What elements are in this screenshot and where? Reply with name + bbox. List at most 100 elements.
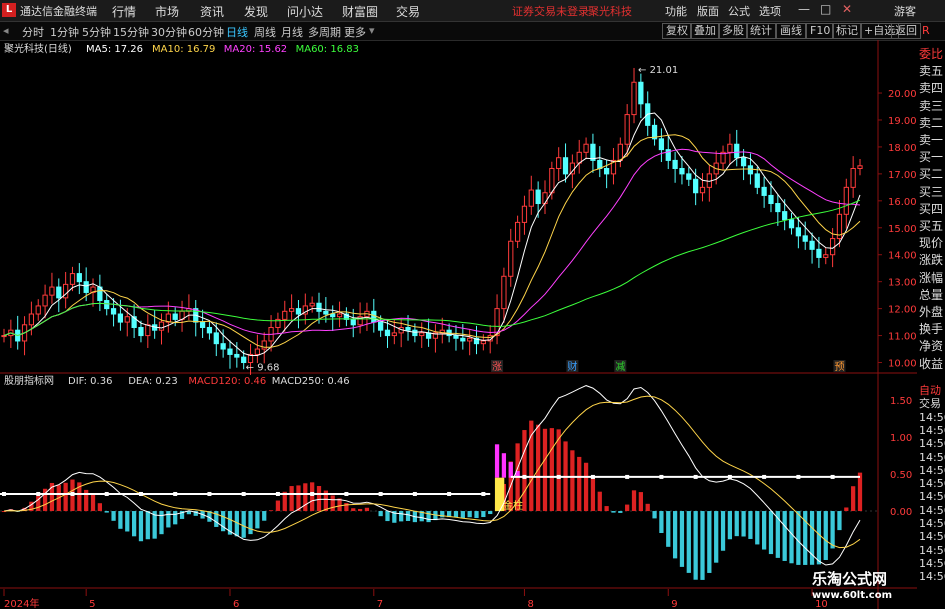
candle-body: [172, 313, 178, 320]
macd-bar: [310, 482, 315, 512]
candle-body: [521, 205, 528, 223]
menu-market[interactable]: 市场: [155, 3, 179, 20]
options-button[interactable]: 选项: [759, 3, 781, 19]
macd-bar: [652, 511, 657, 519]
formula-button[interactable]: 公式: [728, 3, 750, 19]
candle-body: [425, 332, 432, 339]
candle-body: [857, 165, 863, 169]
candle-body: [508, 240, 514, 277]
period-1min[interactable]: 1分钟: [50, 24, 79, 40]
candle-body: [734, 143, 740, 159]
mark-button[interactable]: 标记: [832, 23, 862, 39]
macd-bar: [104, 511, 109, 513]
macd-bar: [488, 511, 493, 515]
minimize-icon[interactable]: —: [798, 2, 810, 16]
macd-bar: [782, 511, 787, 561]
period-intraday[interactable]: 分时: [22, 24, 44, 40]
macd-highlight: [501, 453, 507, 478]
back-button[interactable]: 返回: [891, 23, 921, 39]
period-5min[interactable]: 5分钟: [82, 24, 111, 40]
macd-bar: [542, 428, 548, 512]
candle-body: [419, 332, 425, 337]
period-daily[interactable]: 日线: [226, 24, 248, 40]
menu-news[interactable]: 资讯: [200, 3, 224, 20]
stats-button[interactable]: 统计: [746, 23, 776, 39]
macd-legend: DIF: 0.36: [68, 376, 112, 387]
candle-body: [823, 254, 829, 258]
multi-stock-button[interactable]: 多股: [718, 23, 748, 39]
menu-discover[interactable]: 发现: [244, 3, 268, 20]
guest-label[interactable]: 游客: [894, 3, 916, 19]
layout-button[interactable]: 版面: [697, 3, 719, 19]
candle-body: [802, 235, 808, 242]
close-icon[interactable]: ✕: [842, 2, 852, 16]
candle-body: [316, 302, 322, 312]
quote-row: 卖四: [919, 81, 944, 96]
app-logo-icon: L: [2, 3, 16, 17]
period-multi[interactable]: 多周期: [308, 24, 341, 40]
macd-bar: [275, 500, 281, 512]
maximize-icon[interactable]: □: [820, 2, 831, 16]
macd-bar: [241, 511, 246, 538]
period-more[interactable]: 更多: [344, 24, 366, 40]
date-tick-label: 9: [671, 599, 677, 609]
menu-quotes[interactable]: 行情: [112, 3, 136, 20]
candle-body: [761, 186, 767, 196]
candle-body: [117, 313, 124, 323]
macd250-dot: [659, 474, 664, 479]
price-axis: 20.00 19.00 18.00 17.00 16.00 15.00 14.00 13.00…: [878, 89, 917, 518]
menu-wealth[interactable]: 财富圈: [342, 3, 378, 20]
macd-bar: [138, 511, 144, 542]
macd-bar: [426, 511, 431, 523]
function-button[interactable]: 功能: [665, 3, 687, 19]
period-weekly[interactable]: 周线: [254, 24, 276, 40]
macd120-dot: [275, 491, 280, 496]
candle-body: [220, 343, 226, 350]
date-tick-label: 6: [233, 599, 239, 609]
chevron-down-icon[interactable]: ▾: [369, 24, 375, 37]
macd120-dot: [138, 491, 143, 496]
macd-bar: [316, 486, 322, 512]
period-60min[interactable]: 60分钟: [188, 24, 224, 40]
period-15min[interactable]: 15分钟: [113, 24, 149, 40]
macd120-dot: [344, 491, 349, 496]
quote-row: 买二: [919, 167, 944, 182]
macd-tick-label: 0.00: [890, 507, 912, 518]
quote-row: 委比: [919, 47, 944, 61]
candle-body: [104, 300, 110, 310]
adjust-button[interactable]: 复权: [662, 23, 692, 39]
macd-highlight: [508, 462, 513, 478]
period-30min[interactable]: 30分钟: [151, 24, 187, 40]
candle-body: [145, 324, 151, 337]
macd120-dot: [310, 491, 315, 496]
candle-body: [227, 348, 233, 355]
candle-body: [672, 159, 678, 169]
candle-body: [747, 165, 754, 175]
candle-body: [309, 302, 315, 307]
ma-line: [3, 148, 861, 337]
login-warning[interactable]: 证券交易未登录: [512, 3, 589, 19]
macd120-dot: [2, 491, 6, 496]
trade-row: 14:56: [919, 503, 945, 517]
date-tick-label: 5: [89, 599, 95, 609]
trade-row: 14:56: [919, 543, 945, 557]
candle-body: [699, 186, 706, 194]
overlay-button[interactable]: 叠加: [690, 23, 720, 39]
trade-row: 14:56: [919, 570, 945, 584]
candle-body: [261, 340, 267, 350]
candle-body: [631, 81, 637, 116]
menu-trade[interactable]: 交易: [396, 3, 420, 20]
macd-bar: [823, 511, 828, 560]
event-marker: 财: [567, 360, 577, 373]
trade-row: 14:56: [919, 423, 945, 437]
draw-button[interactable]: 画线: [776, 23, 806, 39]
price-tick-label: 19.00: [888, 116, 917, 127]
menu-ask[interactable]: 问小达: [287, 3, 323, 20]
kline-chart[interactable]: ← 21.01 ← 9.68 涨 财 减 预 金柱 20.00 19.00 18.00 17.0…: [0, 40, 917, 609]
macd120-dot: [241, 491, 246, 496]
macd-bar: [173, 511, 178, 525]
period-monthly[interactable]: 月线: [281, 24, 303, 40]
f10-button[interactable]: F10: [806, 23, 835, 39]
collapse-icon[interactable]: ◂: [3, 24, 9, 37]
candle-body: [638, 81, 644, 105]
